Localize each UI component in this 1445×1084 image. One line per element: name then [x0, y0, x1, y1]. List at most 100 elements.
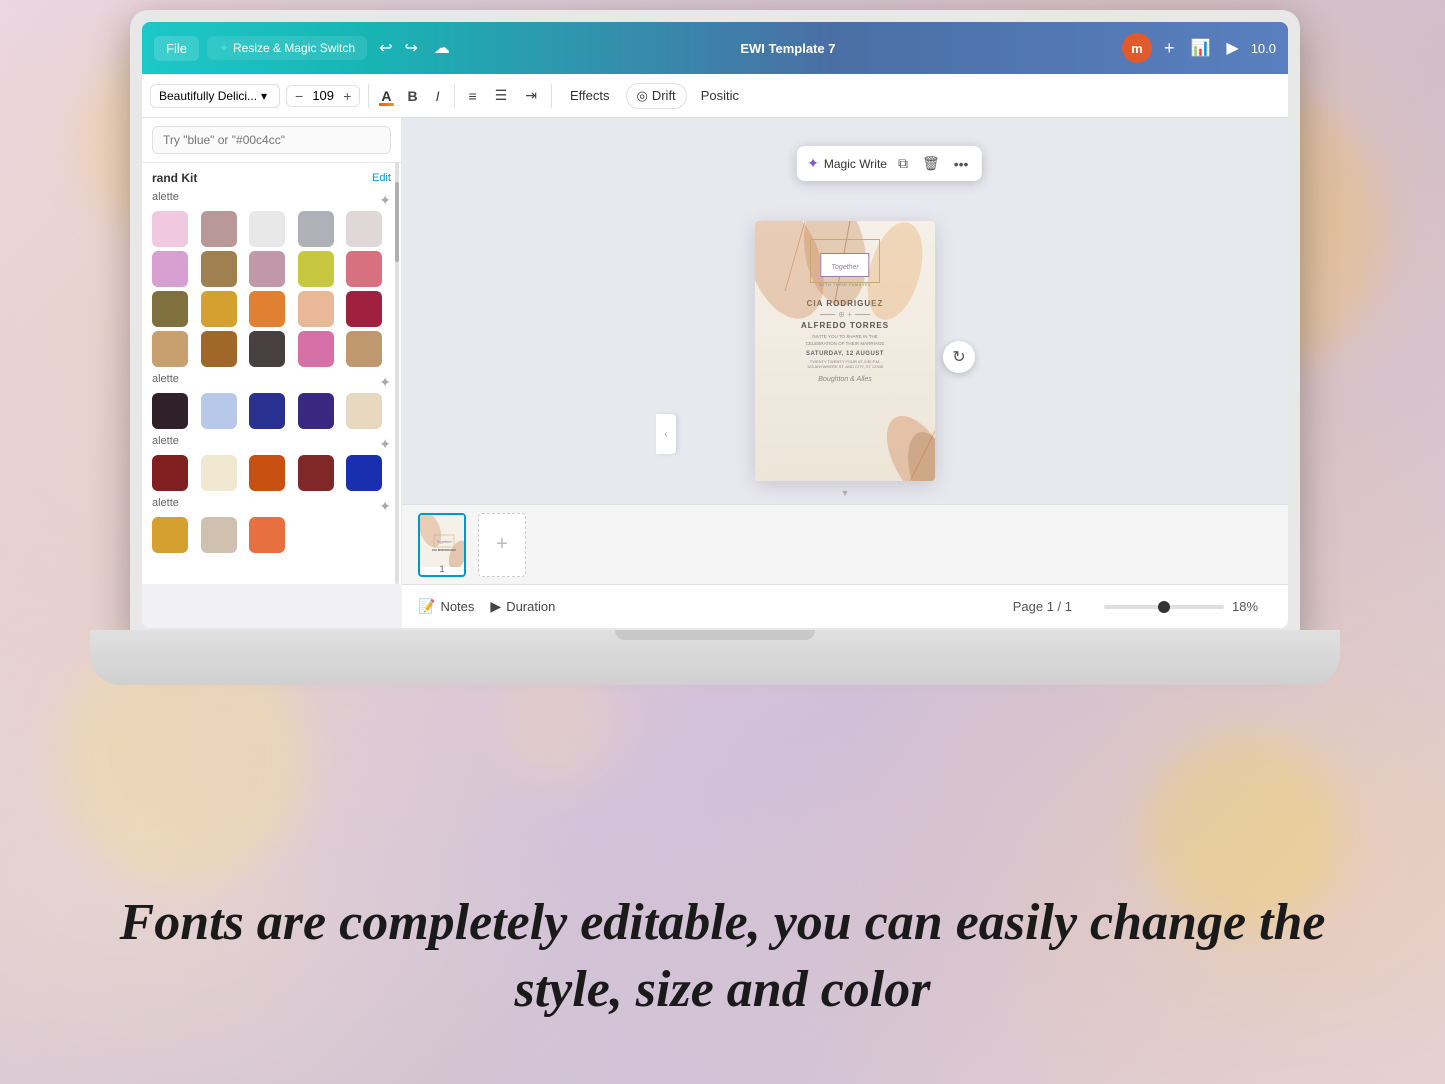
color-swatch[interactable] — [298, 211, 334, 247]
color-search-input[interactable] — [152, 126, 391, 154]
card-families-text: WITH THEIR FAMILIES — [819, 273, 871, 291]
expand-thumbnails-button[interactable]: ▾ — [842, 488, 847, 499]
card-details: TWENTY TWENTY FOUR AT 4:30 P.M. 123 ANYW… — [807, 359, 883, 370]
color-swatch[interactable] — [346, 211, 382, 247]
color-swatch[interactable] — [298, 251, 334, 287]
increase-size-button[interactable]: + — [339, 88, 355, 104]
more-options-button[interactable]: ••• — [951, 153, 972, 175]
color-swatch[interactable] — [152, 211, 188, 247]
bottom-text-line1: Fonts are completely editable, you can e… — [120, 894, 1326, 951]
laptop: File ✦ Resize & Magic Switch ↩ ↪ ☁ EWI T… — [130, 10, 1300, 690]
color-swatch[interactable] — [346, 291, 382, 327]
italic-button[interactable]: I — [430, 84, 446, 108]
add-page-button[interactable]: + — [478, 513, 526, 577]
color-swatch[interactable] — [249, 331, 285, 367]
header-right: m + 📊 ▶ 10.0 — [1122, 33, 1276, 63]
color-swatch[interactable] — [298, 331, 334, 367]
color-swatch[interactable] — [249, 291, 285, 327]
text-color-button[interactable]: A — [377, 86, 395, 106]
collapse-panel-button[interactable]: ‹ — [656, 414, 676, 454]
position-button[interactable]: Positic — [693, 84, 747, 107]
user-avatar[interactable]: m — [1122, 33, 1152, 63]
bold-button[interactable]: B — [402, 84, 424, 108]
color-swatch[interactable] — [201, 211, 237, 247]
color-swatch[interactable] — [298, 455, 334, 491]
magic-write-button[interactable]: ✦ Magic Write — [807, 155, 887, 172]
color-swatch[interactable] — [152, 251, 188, 287]
effects-button[interactable]: Effects — [560, 84, 620, 107]
color-swatch[interactable] — [152, 393, 188, 429]
color-swatch[interactable] — [152, 331, 188, 367]
page-thumbnail-1[interactable]: Together CIA RODRIGUEZ 1 — [418, 513, 466, 577]
design-card-wrapper: Together WITH THEIR FAMILIES CIA RODRIGU… — [755, 241, 935, 481]
color-grid-2 — [152, 393, 391, 429]
left-panel: rand Kit Edit alette ✦ — [142, 118, 402, 584]
svg-text:CIA RODRIGUEZ: CIA RODRIGUEZ — [432, 548, 456, 552]
copy-button[interactable]: ⧉ — [895, 152, 911, 175]
bottom-text-line2: style, size and color — [515, 961, 931, 1018]
color-swatch[interactable] — [346, 455, 382, 491]
color-swatch[interactable] — [152, 455, 188, 491]
cloud-save-button[interactable]: ☁ — [430, 34, 454, 62]
laptop-notch — [615, 630, 815, 640]
separator-3 — [551, 84, 552, 108]
font-size-control: − 109 + — [286, 85, 360, 107]
font-selector[interactable]: Beautifully Delici... ▾ — [150, 84, 280, 108]
palette-star-1[interactable]: ✦ — [379, 192, 391, 209]
zoom-slider[interactable] — [1104, 605, 1224, 609]
palette-star-3[interactable]: ✦ — [379, 436, 391, 453]
design-card[interactable]: Together WITH THEIR FAMILIES CIA RODRIGU… — [755, 221, 935, 481]
add-collaborator-button[interactable]: + — [1160, 34, 1179, 63]
redo-button[interactable]: ↪ — [400, 34, 421, 62]
duration-button[interactable]: ▶ Duration — [490, 598, 555, 615]
edit-button[interactable]: Edit — [372, 172, 391, 184]
delete-button[interactable]: 🗑 — [919, 152, 943, 175]
indent-button[interactable]: ⇥ — [519, 83, 543, 108]
notes-button[interactable]: 📝 Notes — [418, 598, 474, 615]
color-swatch[interactable] — [346, 331, 382, 367]
card-invite-text: INVITE YOU TO SHARE IN THECELEBRATION OF… — [806, 334, 885, 348]
page-indicator: Page 1 / 1 — [1013, 599, 1072, 614]
decrease-size-button[interactable]: − — [291, 88, 307, 104]
palette-header-2: alette ✦ — [152, 373, 391, 391]
brand-kit-header: rand Kit Edit — [152, 171, 391, 185]
color-swatch[interactable] — [249, 251, 285, 287]
drift-icon: ◎ — [637, 88, 648, 104]
resize-magic-button[interactable]: ✦ Resize & Magic Switch — [207, 36, 367, 60]
separator-2 — [454, 84, 455, 108]
palette-star-2[interactable]: ✦ — [379, 374, 391, 391]
color-swatch[interactable] — [201, 331, 237, 367]
color-swatch[interactable] — [201, 517, 237, 553]
zoom-thumb[interactable] — [1158, 601, 1170, 613]
color-swatch[interactable] — [249, 517, 285, 553]
color-swatch[interactable] — [201, 393, 237, 429]
color-grid-1 — [152, 211, 391, 367]
color-swatch[interactable] — [201, 291, 237, 327]
color-swatch[interactable] — [152, 517, 188, 553]
color-swatch[interactable] — [249, 393, 285, 429]
align-left-button[interactable]: ≡ — [463, 84, 483, 108]
scrollbar[interactable] — [395, 162, 399, 584]
thumbnail-number: 1 — [420, 563, 464, 575]
color-swatch[interactable] — [298, 291, 334, 327]
color-swatch[interactable] — [346, 251, 382, 287]
color-swatch[interactable] — [249, 455, 285, 491]
analytics-button[interactable]: 📊 — [1186, 34, 1214, 62]
drift-button[interactable]: ◎ Drift — [626, 83, 687, 109]
file-button[interactable]: File — [154, 36, 199, 61]
color-swatch[interactable] — [152, 291, 188, 327]
scrollbar-thumb[interactable] — [395, 182, 399, 262]
color-swatch[interactable] — [201, 455, 237, 491]
color-swatch[interactable] — [249, 211, 285, 247]
undo-button[interactable]: ↩ — [375, 34, 396, 62]
color-swatch[interactable] — [201, 251, 237, 287]
bottom-text-section: Fonts are completely editable, you can e… — [0, 889, 1445, 1024]
play-button[interactable]: ▶ — [1222, 34, 1242, 62]
palette-star-4[interactable]: ✦ — [379, 498, 391, 515]
undo-redo-group: ↩ ↪ — [375, 34, 422, 62]
thumbnail-preview: Together CIA RODRIGUEZ — [420, 515, 464, 563]
color-swatch[interactable] — [298, 393, 334, 429]
list-button[interactable]: ☰ — [489, 83, 514, 108]
refresh-button[interactable]: ↻ — [943, 341, 975, 373]
color-swatch[interactable] — [346, 393, 382, 429]
